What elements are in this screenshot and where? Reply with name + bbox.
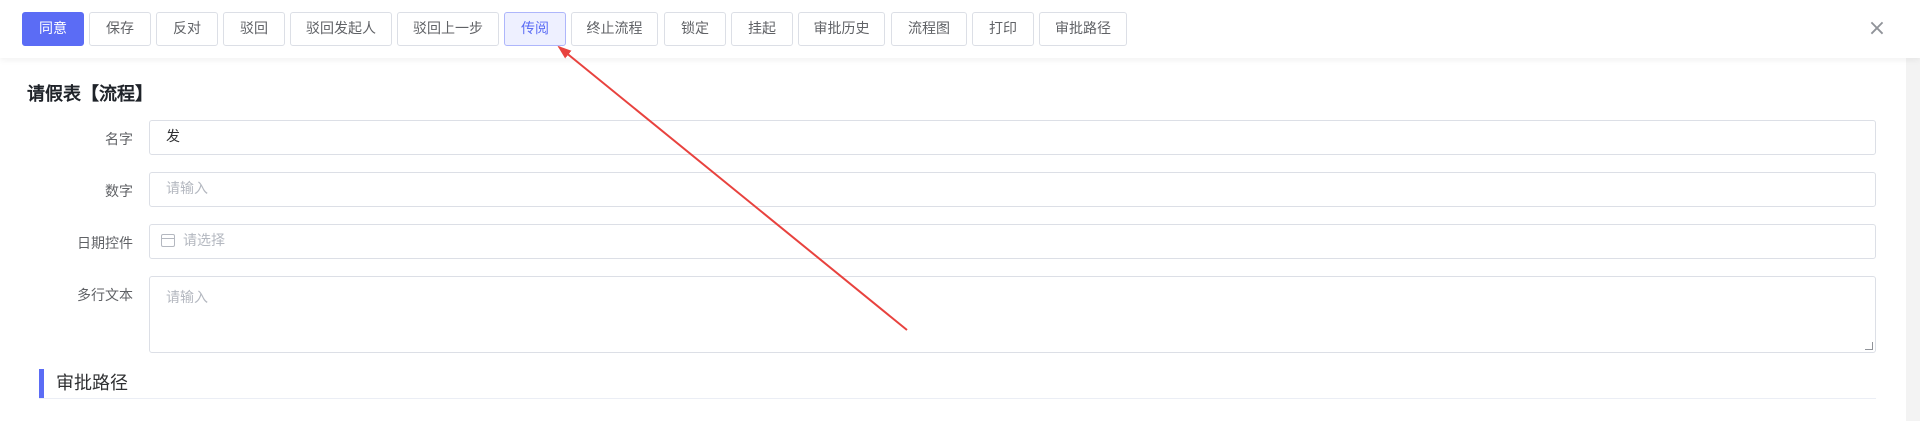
lock-button[interactable]: 锁定 [664, 12, 726, 46]
reject-button[interactable]: 驳回 [223, 12, 285, 46]
field-label-date: 日期控件 [77, 236, 133, 252]
reject-to-initiator-button[interactable]: 驳回发起人 [290, 12, 392, 46]
action-toolbar: 同意 保存 反对 驳回 驳回发起人 驳回上一步 传阅 终止流程 锁定 挂起 审批… [0, 0, 1920, 58]
section-title-approval-path: 审批路径 [56, 373, 128, 394]
section-divider [39, 398, 1876, 399]
form-title: 请假表【流程】 [27, 84, 153, 105]
approve-button[interactable]: 同意 [22, 12, 84, 46]
reject-to-previous-step-button[interactable]: 驳回上一步 [397, 12, 499, 46]
approval-history-button[interactable]: 审批历史 [798, 12, 885, 46]
flowchart-button[interactable]: 流程图 [891, 12, 967, 46]
approval-path-button[interactable]: 审批路径 [1039, 12, 1127, 46]
suspend-button[interactable]: 挂起 [731, 12, 793, 46]
annotation-arrow [557, 45, 908, 331]
textarea-placeholder: 请输入 [166, 290, 208, 306]
save-button[interactable]: 保存 [89, 12, 151, 46]
resize-handle-icon[interactable] [1865, 342, 1873, 350]
field-label-multiline-text: 多行文本 [77, 288, 133, 304]
close-icon[interactable]: × [1866, 18, 1888, 40]
number-input[interactable]: 请输入 [149, 172, 1876, 207]
circulate-button[interactable]: 传阅 [504, 12, 566, 46]
calendar-icon [161, 234, 175, 247]
multiline-textarea[interactable]: 请输入 [149, 276, 1876, 353]
field-label-name: 名字 [105, 132, 133, 148]
oppose-button[interactable]: 反对 [156, 12, 218, 46]
terminate-process-button[interactable]: 终止流程 [571, 12, 658, 46]
name-input[interactable]: 发 [149, 120, 1876, 155]
vertical-scrollbar[interactable] [1906, 58, 1920, 421]
field-label-number: 数字 [105, 184, 133, 200]
date-picker-input[interactable]: 请选择 [149, 224, 1876, 259]
print-button[interactable]: 打印 [972, 12, 1034, 46]
section-accent-bar [39, 369, 44, 398]
